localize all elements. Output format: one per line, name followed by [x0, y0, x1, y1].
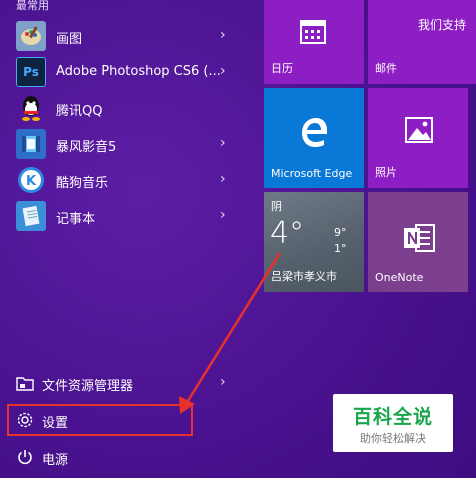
app-label: 暴风影音5	[56, 140, 117, 155]
edge-tile[interactable]: Microsoft Edge	[264, 88, 364, 188]
edge-icon	[302, 118, 327, 147]
weather-condition: 阴	[271, 200, 282, 213]
calendar-tile[interactable]: 日历	[264, 0, 364, 84]
tile-label: OneNote	[375, 271, 424, 284]
weather-high: 9°	[334, 226, 347, 239]
chevron-right-icon[interactable]: ›	[220, 135, 226, 151]
chevron-right-icon[interactable]: ›	[220, 27, 226, 43]
start-menu-left-pane: 最常用 画图 › Ps Adobe Photoshop CS6 (... › 腾…	[0, 0, 262, 478]
watermark-subtitle: 助你轻松解决	[360, 432, 426, 445]
tile-label: 照片	[375, 166, 397, 179]
onenote-icon	[404, 224, 435, 252]
app-label: 记事本	[56, 212, 96, 227]
settings-highlight-box	[7, 404, 193, 436]
weather-temperature: 4°	[270, 216, 305, 251]
chevron-right-icon[interactable]: ›	[220, 63, 226, 79]
app-photoshop[interactable]: Ps Adobe Photoshop CS6 (... ›	[0, 54, 262, 90]
calendar-icon	[300, 20, 326, 44]
app-baofeng[interactable]: 暴风影音5 ›	[0, 126, 262, 162]
weather-tile[interactable]: 阴 4° 9° 1° 吕梁市孝义市	[264, 192, 364, 292]
watermark-logo: 百科全说 助你轻松解决	[333, 394, 453, 452]
chevron-right-icon[interactable]: ›	[220, 374, 226, 390]
watermark-title: 百科全说	[352, 406, 433, 428]
tile-label: 日历	[271, 62, 293, 75]
photos-tile[interactable]: 照片	[368, 88, 468, 188]
paint-icon	[16, 21, 46, 51]
app-label: 腾讯QQ	[56, 104, 103, 119]
mail-tile[interactable]: 我们支持 邮件	[368, 0, 476, 84]
chevron-right-icon[interactable]: ›	[220, 171, 226, 187]
power-item[interactable]: 电源	[0, 440, 262, 474]
power-icon	[18, 450, 32, 465]
weather-low: 1°	[334, 242, 347, 255]
file-explorer-icon	[16, 377, 34, 391]
onenote-tile[interactable]: OneNote	[368, 192, 468, 292]
app-label: Adobe Photoshop CS6 (...	[56, 64, 221, 79]
photoshop-icon: Ps	[16, 57, 46, 87]
kugou-icon-letter: K	[26, 174, 37, 189]
app-notepad[interactable]: 记事本 ›	[0, 198, 262, 234]
app-kugou[interactable]: K 酷狗音乐 ›	[0, 162, 262, 198]
kugou-icon: K	[16, 165, 46, 195]
mail-tile-header: 我们支持	[418, 18, 467, 32]
file-explorer-label: 文件资源管理器	[42, 379, 134, 394]
qq-icon	[16, 93, 46, 123]
most-used-heading: 最常用	[16, 0, 49, 12]
app-label: 酷狗音乐	[56, 176, 109, 191]
notepad-icon	[16, 201, 46, 231]
tile-label: Microsoft Edge	[271, 167, 353, 180]
power-label: 电源	[42, 453, 69, 468]
app-qq[interactable]: 腾讯QQ	[0, 90, 262, 126]
chevron-right-icon[interactable]: ›	[220, 207, 226, 223]
baofeng-icon	[16, 129, 46, 159]
weather-location: 吕梁市孝义市	[271, 270, 337, 283]
photos-icon	[405, 117, 433, 143]
file-explorer-item[interactable]: 文件资源管理器 ›	[0, 366, 262, 400]
tile-label: 邮件	[375, 62, 397, 75]
app-label: 画图	[56, 32, 83, 47]
app-paint[interactable]: 画图 ›	[0, 18, 262, 54]
